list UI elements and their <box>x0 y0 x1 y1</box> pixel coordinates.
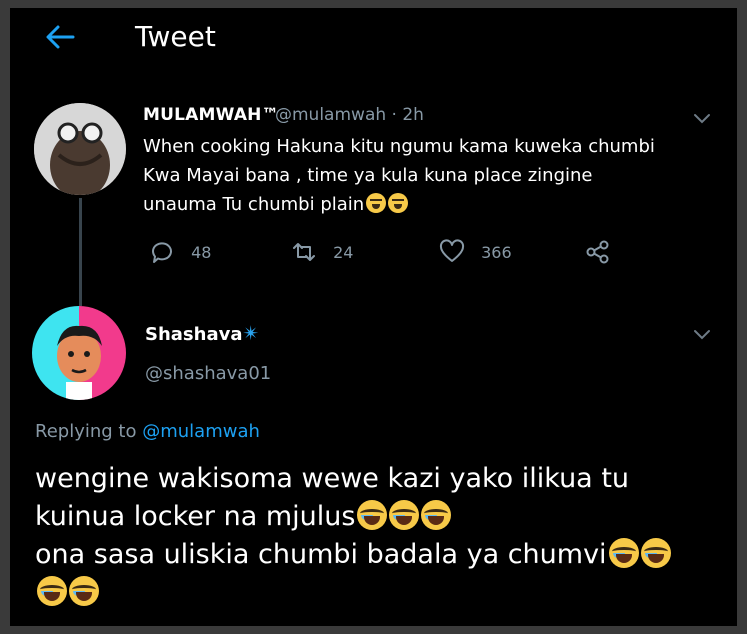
laughing-emoji-icon <box>69 576 99 606</box>
reply-text-line: ona sasa uliskia chumbi badala ya chumvi <box>35 539 607 570</box>
avatar[interactable] <box>32 306 126 400</box>
retweet-button[interactable]: 24 <box>290 238 353 268</box>
avatar-image <box>34 103 126 195</box>
star-emoji-icon: ✴ <box>242 321 260 345</box>
tweet-text-line: Kwa Mayai bana , time ya kula kuna place… <box>143 165 593 186</box>
laughing-emoji-icon <box>421 500 452 530</box>
share-icon <box>586 240 609 264</box>
replying-to-link[interactable]: @mulamwah <box>142 421 260 442</box>
laughing-emoji-icon <box>608 538 639 568</box>
tweet-screen: Tweet MULAMWAH™ @mulamwah · 2h When cook… <box>10 8 737 626</box>
retweet-icon <box>293 243 315 261</box>
avatar[interactable] <box>34 103 126 195</box>
chevron-down-icon <box>694 330 710 340</box>
reply-text-line: wengine wakisoma wewe kazi yako ilikua t… <box>35 463 630 494</box>
tweet-actions: 48 24 366 <box>10 238 737 268</box>
reply-author-name-text: Shashava <box>145 324 243 345</box>
tweet-menu-button[interactable] <box>693 110 711 124</box>
reply-author-name[interactable]: Shashava✴ <box>145 321 259 345</box>
like-count: 366 <box>481 242 512 262</box>
laughing-emoji-icon <box>640 538 671 568</box>
reply-button[interactable]: 48 <box>148 238 211 268</box>
reply-author-handle[interactable]: @shashava01 <box>145 363 271 384</box>
laughing-emoji-icon <box>37 576 67 606</box>
weary-face-emoji-icon <box>366 193 387 213</box>
reply-text-line-with-emoji: ona sasa uliskia chumbi badala ya chumvi <box>35 536 725 574</box>
back-button[interactable] <box>43 22 77 52</box>
like-button[interactable]: 366 <box>438 238 512 268</box>
reply-emoji-line <box>35 574 725 612</box>
reply-count: 48 <box>191 242 212 262</box>
page-title: Tweet <box>135 20 216 53</box>
tweet-text-line-last: unauma Tu chumbi plain <box>143 190 703 219</box>
reply-text-line: kuinua locker na mjulus <box>35 501 356 532</box>
replying-to: Replying to @mulamwah <box>35 421 260 442</box>
author-name[interactable]: MULAMWAH™ <box>143 105 279 125</box>
arrow-left-icon <box>46 25 75 49</box>
tweet-text-line: unauma Tu chumbi plain <box>143 194 365 215</box>
replying-to-prefix: Replying to <box>35 421 137 442</box>
laughing-emoji-icon <box>389 500 420 530</box>
tweet-text-line: When cooking Hakuna kitu ngumu kama kuwe… <box>143 136 655 157</box>
chevron-down-icon <box>694 114 710 124</box>
heart-icon <box>439 239 465 262</box>
share-button[interactable] <box>584 238 612 268</box>
tweet-text: When cooking Hakuna kitu ngumu kama kuwe… <box>143 132 703 219</box>
speech-bubble-icon <box>152 242 172 263</box>
avatar-image <box>57 325 102 400</box>
reply-text: wengine wakisoma wewe kazi yako ilikua t… <box>35 460 725 612</box>
laughing-emoji-icon <box>357 500 388 530</box>
confounded-face-emoji-icon <box>388 193 409 213</box>
reply-text-line-with-emoji: kuinua locker na mjulus <box>35 498 725 536</box>
reply-menu-button[interactable] <box>693 326 711 340</box>
author-handle-time[interactable]: @mulamwah · 2h <box>275 105 424 125</box>
retweet-count: 24 <box>333 242 354 262</box>
